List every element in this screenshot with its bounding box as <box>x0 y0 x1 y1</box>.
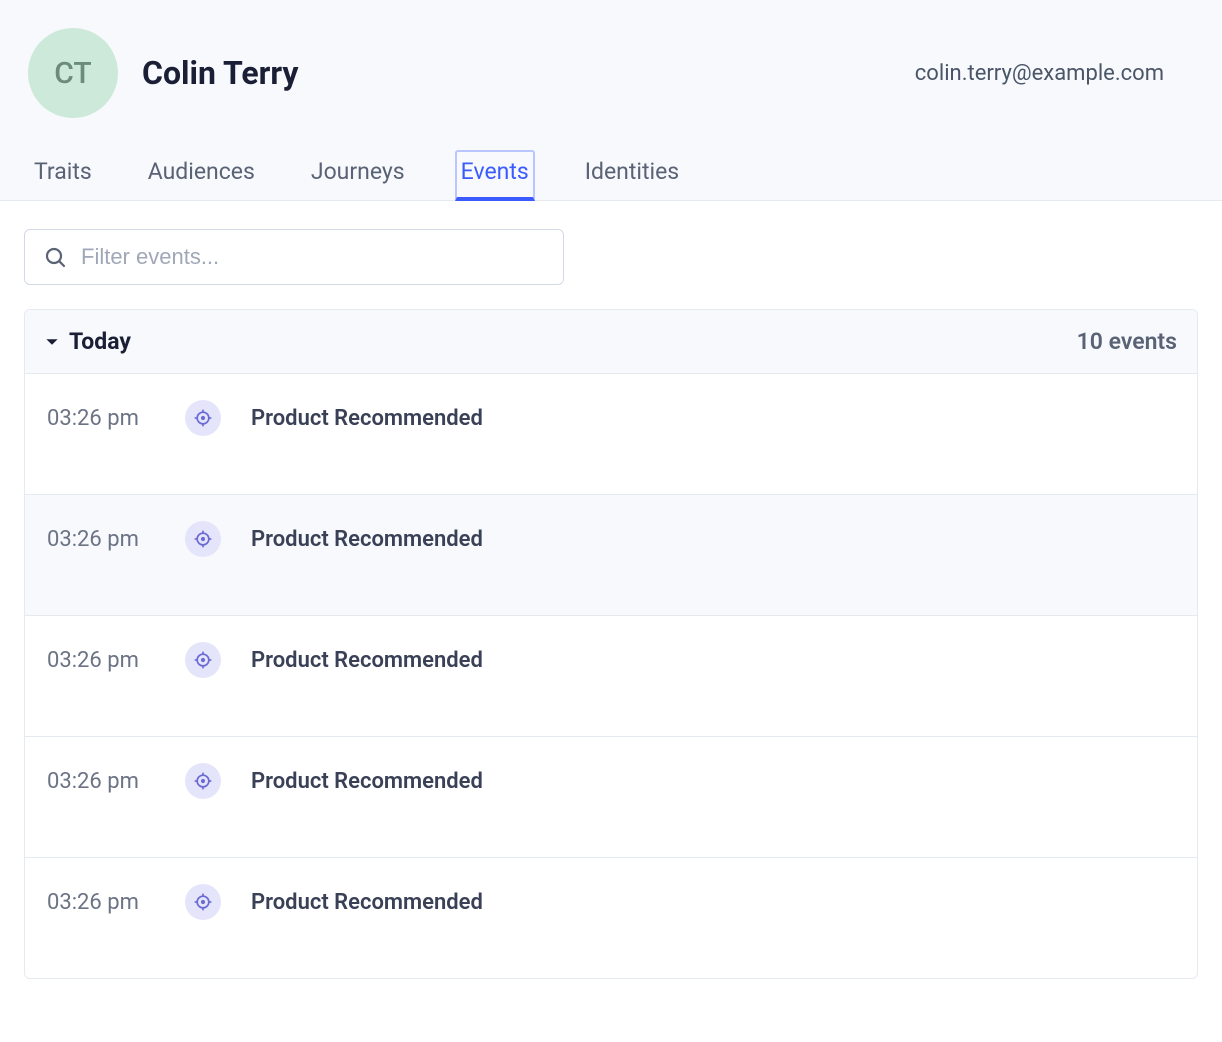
event-time: 03:26 pm <box>47 527 155 552</box>
event-name: Product Recommended <box>251 406 483 431</box>
page-header: CT Colin Terry colin.terry@example.com T… <box>0 0 1222 201</box>
event-time: 03:26 pm <box>47 648 155 673</box>
group-count: 10 events <box>1077 328 1177 355</box>
avatar: CT <box>28 28 118 118</box>
target-icon <box>185 642 221 678</box>
event-group-header[interactable]: Today 10 events <box>25 310 1197 374</box>
tab-traits[interactable]: Traits <box>28 150 98 201</box>
target-icon <box>185 521 221 557</box>
target-icon <box>185 884 221 920</box>
event-name: Product Recommended <box>251 890 483 915</box>
filter-input[interactable] <box>81 244 545 270</box>
event-name: Product Recommended <box>251 769 483 794</box>
tab-audiences[interactable]: Audiences <box>142 150 261 201</box>
event-row[interactable]: 03:26 pm Product Recommended <box>25 858 1197 978</box>
target-icon <box>185 400 221 436</box>
tab-events[interactable]: Events <box>455 150 535 201</box>
group-header-left: Today <box>45 328 131 355</box>
caret-down-icon <box>45 335 59 349</box>
event-time: 03:26 pm <box>47 890 155 915</box>
target-icon <box>185 763 221 799</box>
event-row[interactable]: 03:26 pm Product Recommended <box>25 495 1197 616</box>
profile-email: colin.terry@example.com <box>915 61 1194 86</box>
event-row[interactable]: 03:26 pm Product Recommended <box>25 737 1197 858</box>
search-icon <box>43 245 67 269</box>
event-name: Product Recommended <box>251 527 483 552</box>
event-time: 03:26 pm <box>47 769 155 794</box>
filter-section <box>0 201 1222 309</box>
profile-block: CT Colin Terry <box>28 28 299 118</box>
tabs: Traits Audiences Journeys Events Identit… <box>28 150 1194 200</box>
tab-identities[interactable]: Identities <box>579 150 685 201</box>
tab-journeys[interactable]: Journeys <box>305 150 411 201</box>
event-time: 03:26 pm <box>47 406 155 431</box>
group-title: Today <box>69 328 131 355</box>
event-row[interactable]: 03:26 pm Product Recommended <box>25 616 1197 737</box>
filter-box[interactable] <box>24 229 564 285</box>
event-row[interactable]: 03:26 pm Product Recommended <box>25 374 1197 495</box>
profile-name: Colin Terry <box>142 54 299 92</box>
header-top: CT Colin Terry colin.terry@example.com <box>28 28 1194 118</box>
events-list: Today 10 events 03:26 pm Product Recomme… <box>24 309 1198 979</box>
event-name: Product Recommended <box>251 648 483 673</box>
